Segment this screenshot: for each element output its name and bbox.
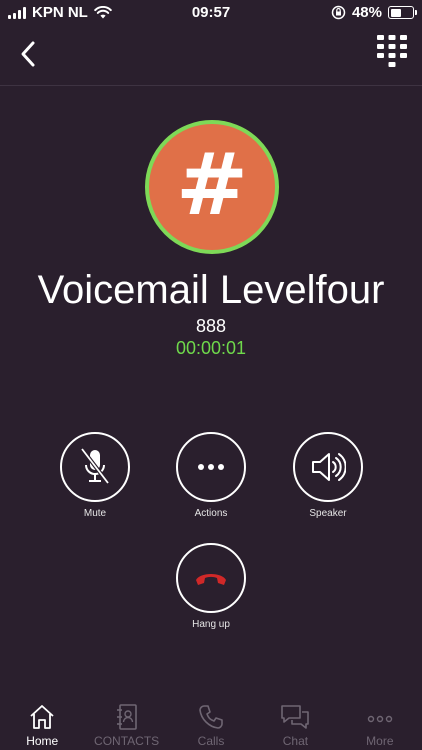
hangup-phone-icon bbox=[196, 574, 226, 585]
avatar-glyph: # bbox=[175, 135, 249, 235]
more-dots-icon bbox=[198, 464, 224, 470]
tab-calls-label: Calls bbox=[197, 734, 225, 748]
call-timer: 00:00:01 bbox=[175, 338, 247, 358]
speaker-button[interactable] bbox=[293, 432, 363, 502]
chat-bubbles-icon bbox=[281, 705, 310, 729]
tab-home[interactable]: Home bbox=[0, 698, 84, 750]
actions-control: Actions bbox=[174, 432, 248, 519]
status-bar: KPN NL 09:57 48% bbox=[0, 0, 422, 24]
speaker-label: Speaker bbox=[309, 508, 347, 519]
dialpad-button[interactable] bbox=[376, 34, 408, 72]
battery-percent: 48% bbox=[351, 4, 382, 21]
caller-avatar: # bbox=[145, 120, 279, 254]
speaker-icon bbox=[312, 453, 346, 481]
hangup-control: Hang up bbox=[174, 543, 248, 630]
hangup-label: Hang up bbox=[192, 619, 230, 630]
phone-icon bbox=[199, 705, 223, 729]
hangup-button[interactable] bbox=[176, 543, 246, 613]
status-right: 48% bbox=[331, 4, 417, 21]
caller-name: Voicemail Levelfour bbox=[37, 268, 385, 312]
orientation-lock-icon bbox=[331, 5, 346, 20]
tab-more[interactable]: More bbox=[338, 698, 422, 750]
actions-button[interactable] bbox=[176, 432, 246, 502]
caller-number: 888 bbox=[195, 316, 227, 336]
mute-label: Mute bbox=[83, 508, 107, 519]
tab-chat[interactable]: Chat bbox=[253, 698, 337, 750]
tab-bar: Home CONTACTS Calls Chat More bbox=[0, 698, 422, 750]
tab-contacts[interactable]: CONTACTS bbox=[84, 698, 168, 750]
mute-button[interactable] bbox=[60, 432, 130, 502]
back-button[interactable] bbox=[14, 38, 44, 70]
dialpad-icon bbox=[377, 35, 407, 67]
actions-label: Actions bbox=[194, 508, 228, 519]
microphone-muted-icon bbox=[80, 447, 110, 485]
home-icon bbox=[30, 705, 54, 729]
tab-calls[interactable]: Calls bbox=[169, 698, 253, 750]
tab-home-label: Home bbox=[26, 734, 59, 748]
mute-control: Mute bbox=[58, 432, 132, 519]
tab-chat-label: Chat bbox=[282, 734, 309, 748]
speaker-control: Speaker bbox=[291, 432, 365, 519]
chevron-left-icon bbox=[21, 41, 35, 67]
more-dots-icon bbox=[367, 715, 393, 723]
battery-icon bbox=[388, 6, 417, 19]
call-header bbox=[0, 24, 422, 86]
contacts-book-icon bbox=[116, 704, 137, 730]
tab-contacts-label: CONTACTS bbox=[94, 734, 160, 748]
tab-more-label: More bbox=[366, 734, 394, 748]
battery-level bbox=[390, 8, 401, 17]
